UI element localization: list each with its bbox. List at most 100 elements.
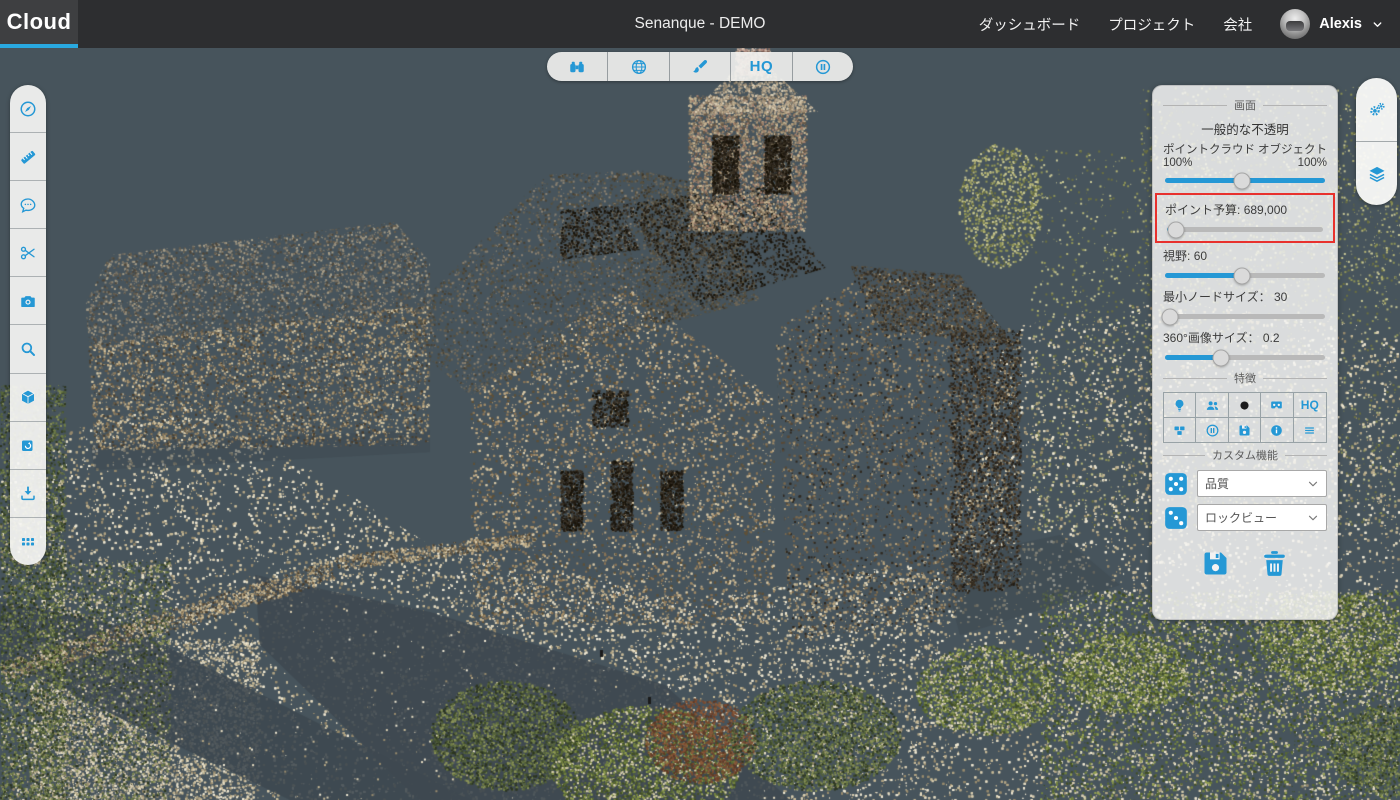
fov-slider[interactable]	[1165, 267, 1325, 284]
chevron-down-icon	[1373, 21, 1382, 27]
save-view-button[interactable]	[1199, 547, 1232, 580]
quality-select[interactable]: 品質	[1197, 470, 1327, 497]
brush-icon	[693, 59, 708, 73]
image360-slider-handle[interactable]	[1212, 349, 1230, 366]
features-section-header: 特徴	[1163, 370, 1327, 386]
layers-button[interactable]	[1356, 142, 1397, 205]
binoculars-icon	[570, 61, 584, 72]
hq-feature-toggle[interactable]: HQ	[1293, 393, 1326, 418]
black-point-icon	[1240, 400, 1249, 410]
chevron-down-icon	[1308, 481, 1318, 486]
layers-icon	[1369, 166, 1384, 182]
search-icon	[21, 342, 35, 356]
save-feature-button[interactable]	[1229, 418, 1262, 442]
annotation-button[interactable]	[10, 181, 46, 230]
pause-button[interactable]	[793, 52, 853, 81]
dice-icon[interactable]	[1163, 471, 1189, 497]
menu-feature-button[interactable]	[1294, 418, 1326, 442]
user-name: Alexis	[1319, 16, 1362, 32]
info-icon	[1271, 424, 1283, 436]
vr-goggles-icon	[1271, 400, 1283, 408]
measure-button[interactable]	[10, 133, 46, 182]
hq-feature-label: HQ	[1300, 398, 1319, 412]
point-budget-highlight: ポイント予算: 689,000	[1155, 193, 1335, 243]
nav-dashboard[interactable]: ダッシュボード	[979, 14, 1081, 35]
gears-icon	[1369, 102, 1385, 116]
trash-button[interactable]	[1258, 547, 1291, 580]
paint-button[interactable]	[670, 52, 732, 81]
object-opacity-value: 100%	[1297, 157, 1327, 169]
screenshot-button[interactable]	[10, 277, 46, 326]
point-budget-value: 689,000	[1243, 203, 1288, 217]
settings-button[interactable]	[1356, 78, 1397, 142]
measure-binoculars-button[interactable]	[547, 52, 609, 81]
zoom-button[interactable]	[10, 325, 46, 374]
blocks-toggle[interactable]	[1164, 418, 1197, 442]
screen-section-header: 画面	[1163, 97, 1327, 113]
download-button[interactable]	[10, 470, 46, 518]
users-icon	[1206, 400, 1218, 410]
hq-label: HQ	[749, 58, 774, 75]
opacity-slider[interactable]	[1165, 172, 1325, 189]
objects-button[interactable]	[10, 374, 46, 422]
brand-logo[interactable]: Cloud	[0, 0, 78, 48]
opacity-heading: 一般的な不透明	[1201, 123, 1289, 137]
custom-section-header: カスタム機能	[1163, 447, 1327, 463]
globe-button[interactable]	[608, 52, 670, 81]
blocks-icon	[1174, 425, 1185, 435]
point-style-toggle[interactable]	[1228, 393, 1262, 418]
object-label: オブジェクト	[1258, 144, 1327, 156]
user-menu[interactable]: Alexis	[1280, 9, 1384, 39]
min-node-value: 30	[1274, 290, 1288, 304]
rotate-view-button[interactable]	[10, 422, 46, 470]
users-toggle[interactable]	[1196, 393, 1229, 418]
compass-icon	[20, 101, 36, 117]
lightbulb-icon	[1175, 399, 1184, 411]
clip-button[interactable]	[10, 229, 46, 278]
image360-value: 0.2	[1262, 331, 1280, 345]
nav-company[interactable]: 会社	[1223, 14, 1252, 35]
cube-icon	[21, 389, 35, 405]
fov-label: 視野:	[1163, 249, 1191, 263]
min-node-slider[interactable]	[1161, 308, 1325, 325]
pointcloud-opacity-value: 100%	[1163, 157, 1193, 169]
camera-icon	[21, 296, 35, 307]
opacity-slider-handle[interactable]	[1233, 172, 1251, 189]
menu-bars-icon	[1305, 426, 1315, 434]
scissors-icon	[20, 246, 35, 260]
point-budget-label: ポイント予算:	[1165, 203, 1241, 217]
info-button[interactable]	[1261, 418, 1294, 442]
fov-value: 60	[1193, 249, 1208, 263]
lighting-toggle[interactable]	[1164, 393, 1197, 418]
hq-toggle-button[interactable]: HQ	[731, 52, 793, 81]
pause-feature-toggle[interactable]	[1196, 418, 1229, 442]
ruler-icon	[21, 150, 36, 164]
image360-slider[interactable]	[1165, 349, 1325, 366]
vr-toggle[interactable]	[1261, 393, 1294, 418]
view-select[interactable]: ロックビュー	[1197, 504, 1327, 531]
features-grid: HQ	[1163, 392, 1327, 443]
view-toolbar: HQ	[547, 52, 853, 81]
settings-panel: 画面 一般的な不透明 ポイントクラウド オブジェクト 100% 100% ポイン…	[1152, 85, 1338, 620]
apps-button[interactable]	[10, 518, 46, 565]
pointcloud-label: ポイントクラウド	[1163, 144, 1255, 156]
fov-slider-handle[interactable]	[1233, 267, 1251, 284]
pause-circle-icon	[815, 59, 830, 74]
point-budget-slider-handle[interactable]	[1167, 221, 1185, 238]
view-select-value: ロックビュー	[1205, 511, 1278, 525]
pause-circle-icon	[1206, 424, 1219, 436]
nav-projects[interactable]: プロジェクト	[1108, 14, 1195, 35]
rotate-view-icon	[22, 440, 33, 452]
orientation-button[interactable]	[10, 85, 46, 134]
image360-label: 360°画像サイズ：	[1163, 331, 1260, 345]
download-icon	[21, 486, 35, 501]
save-icon	[1239, 425, 1250, 435]
chevron-down-icon	[1308, 515, 1318, 520]
min-node-label: 最小ノードサイズ：	[1163, 290, 1271, 304]
dice-icon[interactable]	[1163, 505, 1189, 531]
min-node-slider-handle[interactable]	[1161, 308, 1179, 325]
navbar: Cloud Senanque - DEMO ダッシュボード プロジェクト 会社 …	[0, 0, 1400, 48]
point-budget-slider[interactable]	[1167, 221, 1323, 238]
left-toolbar	[10, 85, 46, 565]
side-buttons	[1356, 78, 1397, 205]
